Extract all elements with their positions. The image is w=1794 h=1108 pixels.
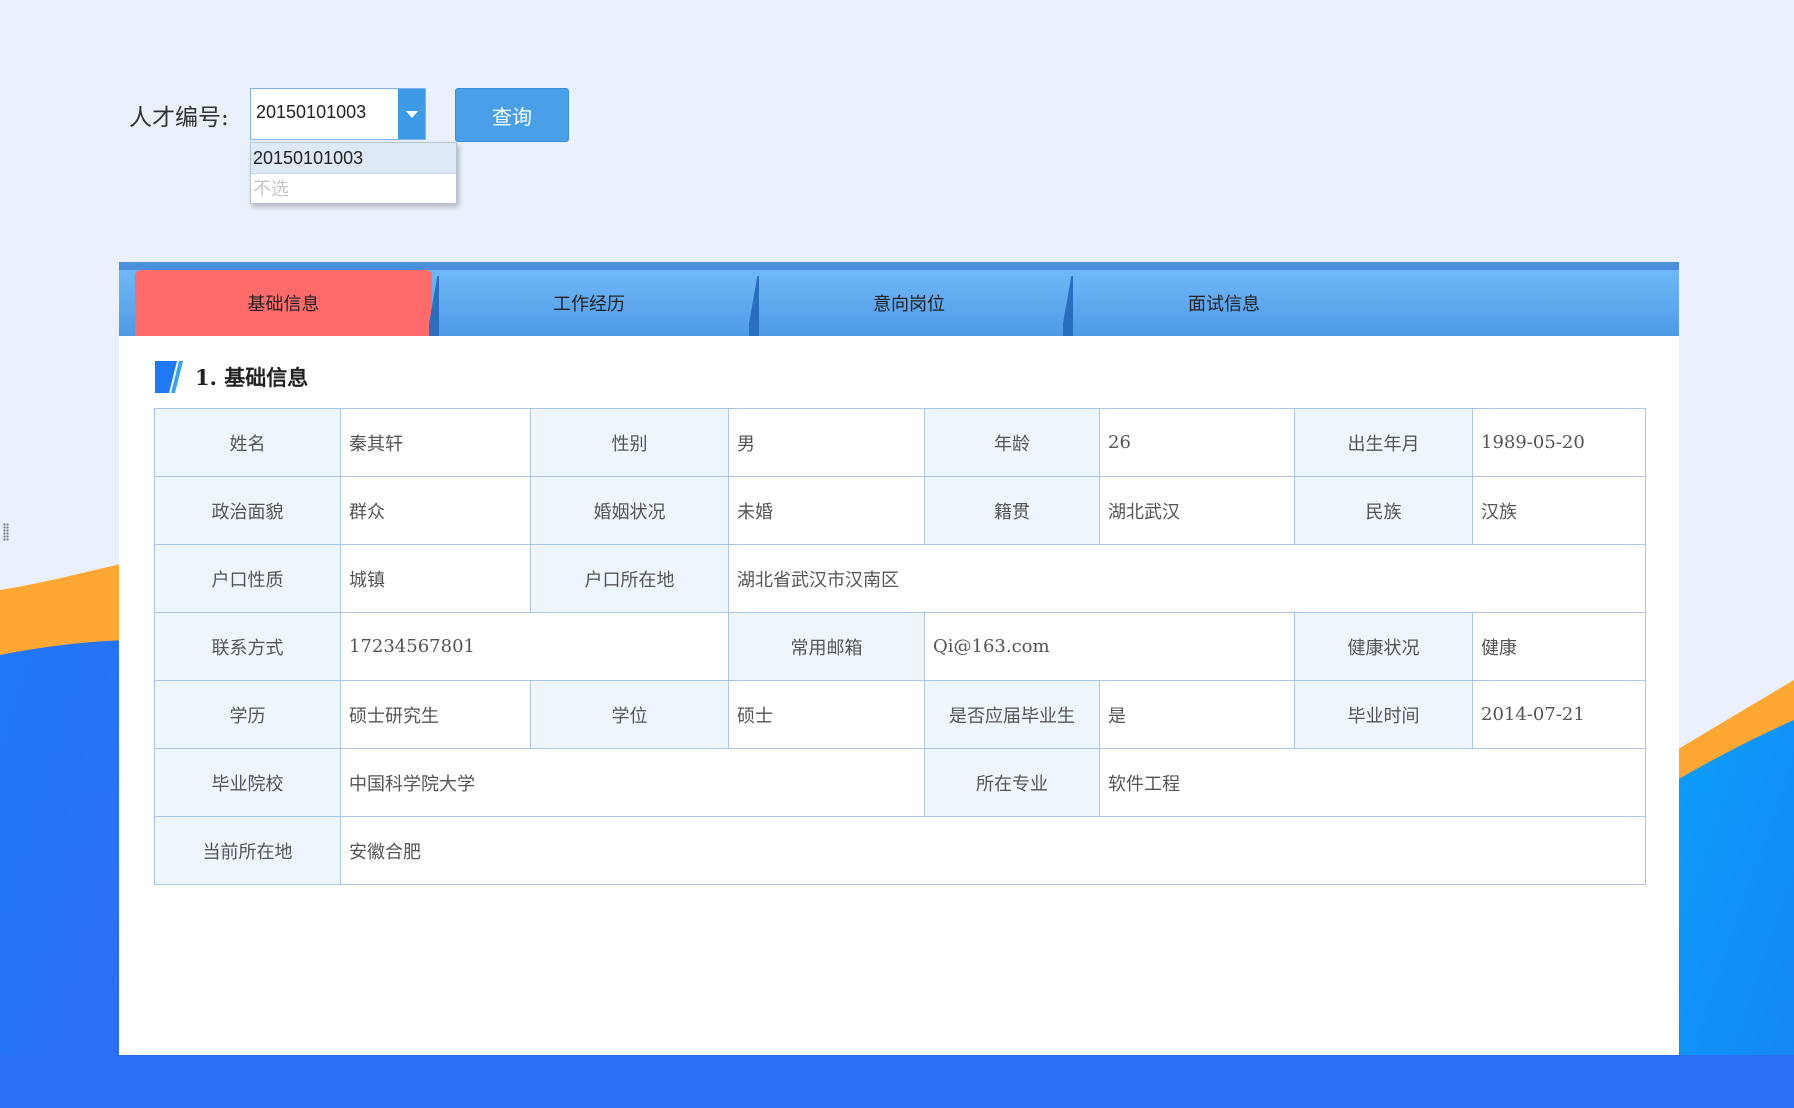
field-label: 政治面貌 xyxy=(154,476,341,545)
field-value: 秦其轩 xyxy=(340,408,531,477)
field-label: 健康状况 xyxy=(1294,612,1473,681)
field-label: 年龄 xyxy=(924,408,1100,477)
dropdown-option[interactable]: 不选 xyxy=(251,174,456,204)
basic-info-table: 姓名 秦其轩 性别 男 年龄 26 出生年月 1989-05-20 政治面貌 群… xyxy=(154,408,1646,885)
field-label: 婚姻状况 xyxy=(530,476,729,545)
info-panel: 基础信息 工作经历 意向岗位 面试信息 1. 基础信息 姓名 秦其轩 性别 男 … xyxy=(119,262,1679,1055)
field-value: 群众 xyxy=(340,476,531,545)
section-header: 1. 基础信息 xyxy=(155,361,308,393)
field-label: 当前所在地 xyxy=(154,816,341,885)
query-button[interactable]: 查询 xyxy=(455,88,569,142)
field-value: 男 xyxy=(728,408,925,477)
tab-separator xyxy=(749,276,759,336)
field-label: 毕业时间 xyxy=(1294,680,1473,749)
field-value: 是 xyxy=(1099,680,1295,749)
field-label: 姓名 xyxy=(154,408,341,477)
field-value: 汉族 xyxy=(1472,476,1646,545)
field-value: 未婚 xyxy=(728,476,925,545)
field-label: 籍贯 xyxy=(924,476,1100,545)
tab-desired-position[interactable]: 意向岗位 xyxy=(759,270,1059,336)
field-label: 民族 xyxy=(1294,476,1473,545)
talent-id-combobox[interactable]: 20150101003 xyxy=(250,88,426,140)
table-row: 户口性质 城镇 户口所在地 湖北省武汉市汉南区 xyxy=(154,544,1646,613)
table-row: 毕业院校 中国科学院大学 所在专业 软件工程 xyxy=(154,748,1646,817)
section-marker-icon xyxy=(155,361,183,393)
dropdown-option[interactable]: 20150101003 xyxy=(251,143,456,174)
field-label: 常用邮箱 xyxy=(728,612,925,681)
tab-work-experience[interactable]: 工作经历 xyxy=(439,270,739,336)
field-value: 硕士 xyxy=(728,680,925,749)
field-label: 户口所在地 xyxy=(530,544,729,613)
table-row: 当前所在地 安徽合肥 xyxy=(154,816,1646,885)
field-value: 26 xyxy=(1099,408,1295,477)
section-title: 1. 基础信息 xyxy=(195,365,309,390)
field-value: 软件工程 xyxy=(1099,748,1646,817)
field-label: 学位 xyxy=(530,680,729,749)
table-row: 政治面貌 群众 婚姻状况 未婚 籍贯 湖北武汉 民族 汉族 xyxy=(154,476,1646,545)
field-value: 湖北武汉 xyxy=(1099,476,1295,545)
field-value: Qi@163.com xyxy=(924,612,1295,681)
field-value: 17234567801 xyxy=(340,612,729,681)
field-label: 是否应届毕业生 xyxy=(924,680,1100,749)
tab-interview-info[interactable]: 面试信息 xyxy=(1074,270,1374,336)
field-label: 联系方式 xyxy=(154,612,341,681)
field-label: 学历 xyxy=(154,680,341,749)
field-label: 出生年月 xyxy=(1294,408,1473,477)
chevron-down-icon[interactable] xyxy=(398,89,425,139)
field-value: 湖北省武汉市汉南区 xyxy=(728,544,1646,613)
field-label: 性别 xyxy=(530,408,729,477)
field-label: 毕业院校 xyxy=(154,748,341,817)
talent-id-value[interactable]: 20150101003 xyxy=(256,102,366,123)
field-value: 2014-07-21 xyxy=(1472,680,1646,749)
field-value: 城镇 xyxy=(340,544,531,613)
tab-basic-info[interactable]: 基础信息 xyxy=(135,270,432,336)
table-row: 姓名 秦其轩 性别 男 年龄 26 出生年月 1989-05-20 xyxy=(154,408,1646,477)
talent-id-label: 人才编号: xyxy=(129,105,229,131)
field-value: 中国科学院大学 xyxy=(340,748,925,817)
tab-separator xyxy=(429,276,439,336)
field-value: 1989-05-20 xyxy=(1472,408,1646,477)
table-row: 联系方式 17234567801 常用邮箱 Qi@163.com 健康状况 健康 xyxy=(154,612,1646,681)
talent-id-dropdown: 20150101003 不选 xyxy=(250,142,457,204)
drag-handle[interactable] xyxy=(3,523,9,541)
field-label: 户口性质 xyxy=(154,544,341,613)
table-row: 学历 硕士研究生 学位 硕士 是否应届毕业生 是 毕业时间 2014-07-21 xyxy=(154,680,1646,749)
field-value: 健康 xyxy=(1472,612,1646,681)
field-value: 安徽合肥 xyxy=(340,816,1646,885)
field-label: 所在专业 xyxy=(924,748,1100,817)
tab-separator xyxy=(1063,276,1073,336)
field-value: 硕士研究生 xyxy=(340,680,531,749)
